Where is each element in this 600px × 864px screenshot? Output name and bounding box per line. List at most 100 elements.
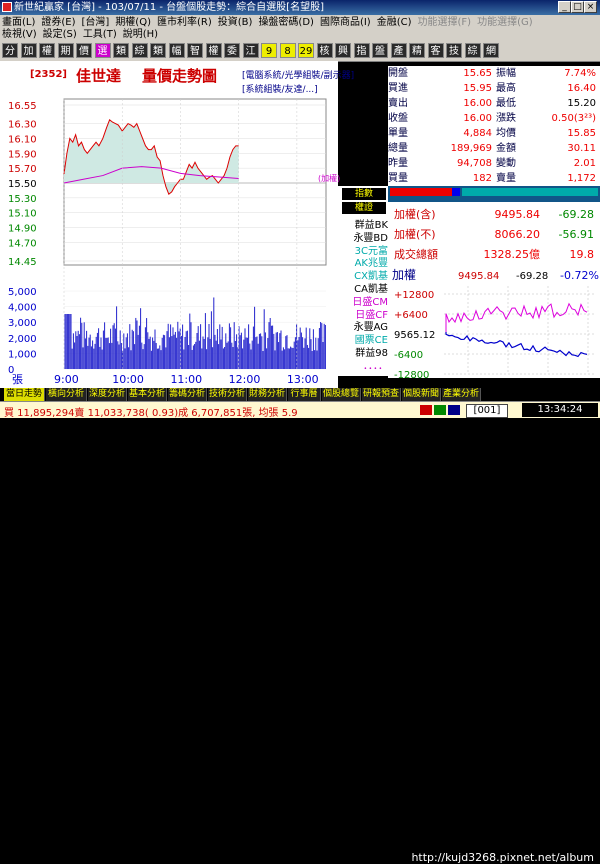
price-tick-label: 14.70: [8, 238, 37, 249]
category-button[interactable]: 興: [335, 43, 351, 58]
category-button[interactable]: 產: [390, 43, 407, 58]
menu-item[interactable]: 期權(Q): [115, 17, 151, 28]
category-button[interactable]: 技: [446, 43, 462, 58]
category-button[interactable]: 綜: [464, 43, 481, 58]
bottom-tab[interactable]: 個股新聞: [402, 388, 441, 401]
quote-label: 單量: [388, 128, 408, 139]
menu-item[interactable]: 功能選擇(G): [477, 17, 533, 28]
bottom-tab[interactable]: 當日走勢: [4, 388, 45, 401]
category-button[interactable]: 綜: [131, 43, 148, 58]
menu-item[interactable]: 檢視(V): [2, 29, 37, 40]
broker-item[interactable]: ．．．．: [338, 357, 388, 372]
category-button[interactable]: 幅: [168, 43, 185, 58]
summary-value: 9495.84: [494, 208, 541, 221]
bottom-tab[interactable]: 深度分析: [88, 388, 127, 401]
summary-label: 成交總額: [394, 248, 438, 261]
bottom-tab[interactable]: 行事曆: [288, 388, 321, 401]
bottom-tab[interactable]: 財務分析: [248, 388, 287, 401]
category-button[interactable]: 精: [409, 43, 425, 58]
category-button[interactable]: 智: [187, 43, 203, 58]
menu-bar: 畫面(L) 證券(E) [台灣] 期權(Q) 匯市利率(R) 投資(B) 操盤密碼(D) 國際…: [0, 15, 600, 42]
price-tick-label: 16.55: [8, 101, 37, 112]
mini-tick-label: -12800: [394, 370, 429, 378]
stock-code: [2352]: [30, 69, 67, 80]
bottom-tab[interactable]: 個股總覽: [322, 388, 361, 401]
index-tab[interactable]: 指數: [342, 188, 386, 200]
summary-change: -69.28: [558, 208, 594, 221]
category-button[interactable]: 委: [224, 43, 240, 58]
price-tick-label: 16.10: [8, 134, 37, 145]
quote-label: 買量: [388, 173, 408, 184]
time-tick-label: 11:00: [170, 373, 202, 386]
volume-unit-label: 張: [12, 373, 23, 386]
watermark-url: http://kujd3268.pixnet.net/album: [411, 851, 594, 864]
menu-item[interactable]: 功能選擇(F): [418, 17, 472, 28]
warrant-tab[interactable]: 權證: [342, 202, 386, 214]
price-tick-label: 14.45: [8, 257, 37, 268]
menu-item[interactable]: 設定(S): [43, 29, 77, 40]
category-button[interactable]: 核: [316, 43, 333, 58]
quote-panel: 開盤 15.65 振幅 7.74% 買進 15.95 最高 16.40 賣出 16.00 最低 15.…: [388, 66, 600, 186]
menu-item[interactable]: 說明(H): [123, 29, 158, 40]
category-button[interactable]: 選: [94, 43, 111, 58]
category-button[interactable]: 權: [205, 43, 222, 58]
category-button[interactable]: 盤: [372, 43, 388, 58]
summary-change: -56.91: [558, 228, 594, 241]
menu-item[interactable]: 畫面(L): [2, 17, 35, 28]
bottom-tab[interactable]: 研報預查: [362, 388, 401, 401]
neutral-indicator: [448, 405, 460, 415]
maximize-button[interactable]: □: [571, 1, 584, 13]
menu-item[interactable]: 投資(B): [218, 17, 253, 28]
quote-value: 189,969: [450, 143, 492, 154]
category-button[interactable]: 加: [20, 43, 37, 58]
menu-item[interactable]: [台灣]: [82, 17, 110, 28]
window-title: 新世紀贏家 [台灣] - 103/07/11 - 台盤個股走勢：綜合自選股[名望…: [14, 2, 324, 13]
stock-code-input[interactable]: [001]: [466, 404, 508, 418]
menu-item[interactable]: 證券(E): [41, 17, 75, 28]
chart-title: 量價走勢圖: [142, 67, 218, 85]
category-button[interactable]: 江: [242, 43, 259, 58]
category-button[interactable]: 29: [298, 43, 314, 58]
ticker-bar: 買 11,895,294賣 11,033,738( 0.93)成 6,707,8…: [0, 401, 600, 419]
category-button[interactable]: 9: [261, 43, 277, 58]
minimize-button[interactable]: _: [558, 1, 571, 13]
time-tick-label: 12:00: [229, 373, 261, 386]
menu-item[interactable]: 工具(T): [83, 29, 117, 40]
bottom-tab[interactable]: 橫向分析: [46, 388, 87, 401]
category-button[interactable]: 8: [279, 43, 296, 58]
category-button[interactable]: 網: [483, 43, 499, 58]
summary-label: 加權(含): [394, 208, 436, 221]
bottom-tab[interactable]: 產業分析: [442, 388, 481, 401]
category-button[interactable]: 類: [113, 43, 129, 58]
quote-value: 2.01: [573, 158, 596, 169]
mini-index-value: 9495.84: [458, 271, 499, 282]
quote-row: 買進 15.95 最高 16.40: [388, 81, 600, 96]
close-button[interactable]: ×: [584, 1, 597, 13]
category-button[interactable]: 分: [2, 43, 18, 58]
quote-value: 4,884: [463, 128, 492, 139]
menu-item[interactable]: 操盤密碼(D): [258, 17, 314, 28]
category-button[interactable]: 期: [57, 43, 74, 58]
category-button[interactable]: 價: [76, 43, 92, 58]
category-button[interactable]: 客: [427, 43, 444, 58]
menu-item[interactable]: 匯市利率(R): [157, 17, 212, 28]
bottom-tab[interactable]: 技術分析: [208, 388, 247, 401]
quote-label: 最低: [496, 98, 516, 109]
category-button[interactable]: 指: [353, 43, 370, 58]
stock-name: 佳世達: [76, 67, 122, 85]
category-button[interactable]: 權: [39, 43, 55, 58]
quote-value: 15.20: [567, 98, 596, 109]
bottom-tab[interactable]: 基本分析: [128, 388, 167, 401]
time-tick-label: 9:00: [54, 373, 79, 386]
price-tick-label: 15.10: [8, 209, 37, 220]
menu-item[interactable]: 國際商品(I): [320, 17, 371, 28]
index-summary: 加權(含) 9495.84 -69.28 加權(不) 8066.20 -56.91 成交總額…: [388, 202, 600, 266]
price-tick-label: 15.70: [8, 164, 37, 175]
category-button[interactable]: 類: [150, 43, 166, 58]
menu-item[interactable]: 金融(C): [377, 17, 412, 28]
quote-value: 15.85: [567, 128, 596, 139]
quote-label: 買進: [388, 83, 408, 94]
volume-tick-label: 3,000: [8, 318, 37, 329]
bottom-tab[interactable]: 籌碼分析: [168, 388, 207, 401]
quote-value: 30.11: [567, 143, 596, 154]
